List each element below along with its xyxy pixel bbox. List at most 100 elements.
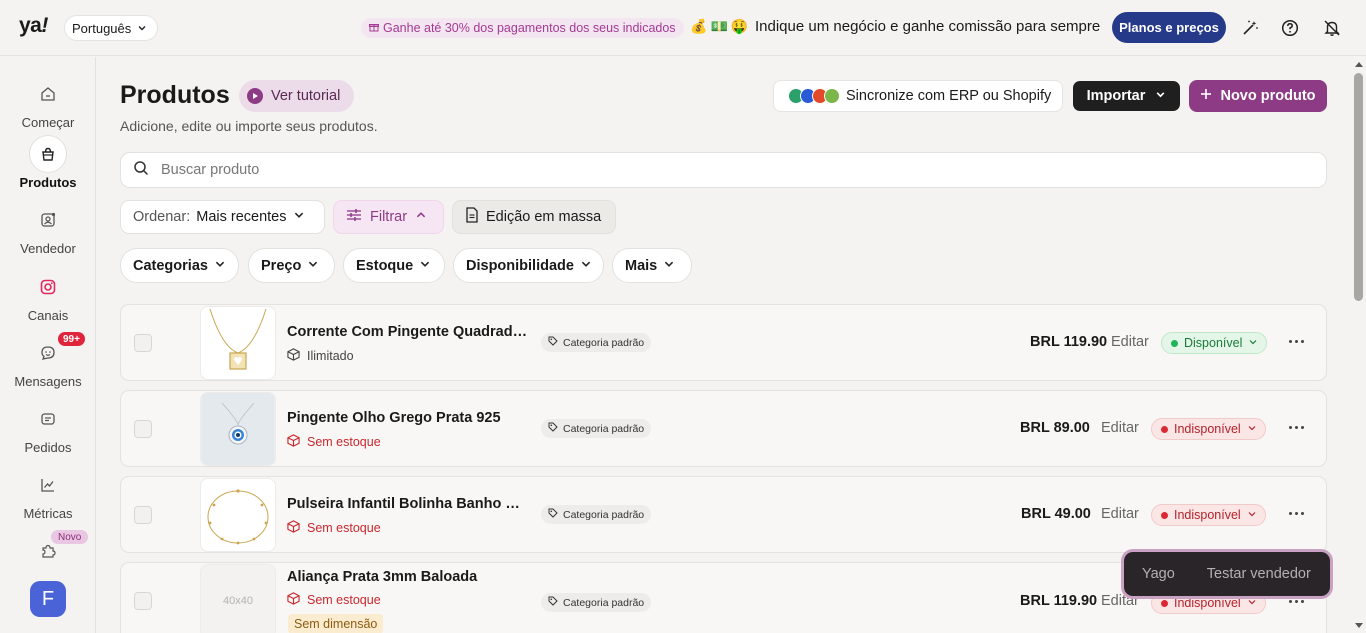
filter-estoque[interactable]: Estoque [343, 248, 445, 283]
product-thumbnail[interactable] [200, 306, 276, 380]
notifications-off-icon[interactable] [1322, 18, 1342, 38]
referral-text[interactable]: Indique um negócio e ganhe comissão para… [755, 18, 1100, 35]
messages-count-badge: 99+ [58, 332, 85, 346]
help-icon[interactable] [1280, 18, 1300, 38]
page-title: Produtos [120, 81, 230, 109]
status-label: Disponível [1184, 336, 1243, 350]
stock-label: Sem estoque [307, 593, 381, 607]
product-name[interactable]: Aliança Prata 3mm Baloada [287, 569, 529, 585]
sliders-icon [346, 208, 362, 226]
test-seller-button[interactable]: Testar vendedor [1207, 566, 1311, 582]
metrics-icon [30, 467, 66, 503]
product-name[interactable]: Pingente Olho Grego Prata 925 [287, 410, 529, 426]
new-product-label: Novo produto [1220, 88, 1316, 104]
status-dot [1171, 339, 1178, 347]
sort-dropdown[interactable]: Ordenar: Mais recentes [120, 200, 325, 234]
thumbnail-placeholder: 40x40 [223, 595, 253, 607]
edit-link[interactable]: Editar [1101, 420, 1139, 436]
promo-badge[interactable]: Ganhe até 30% dos pagamentos dos seus in… [361, 18, 684, 38]
plans-button[interactable]: Planos e preços [1112, 12, 1226, 43]
box-icon [287, 592, 300, 608]
sidebar-item-label: Vendedor [20, 241, 76, 256]
magic-wand-icon[interactable] [1240, 18, 1260, 38]
scroll-down-icon[interactable] [1355, 623, 1363, 628]
sort-label: Ordenar: [133, 209, 191, 225]
filter-categorias[interactable]: Categorias [120, 248, 239, 283]
integration-logos-icon [788, 88, 840, 104]
page-scrollbar[interactable] [1352, 57, 1366, 633]
status-dot [1161, 425, 1168, 433]
row-checkbox[interactable] [134, 506, 152, 524]
search-input[interactable] [161, 162, 1261, 178]
edit-link[interactable]: Editar [1101, 506, 1139, 522]
sidebar-item-pedidos[interactable]: Pedidos [0, 401, 96, 455]
stock-label: Sem estoque [307, 435, 381, 449]
chevron-down-icon [1247, 422, 1257, 436]
tutorial-button[interactable]: Ver tutorial [239, 80, 355, 112]
sidebar-item-comecar[interactable]: Começar [0, 76, 96, 130]
product-name[interactable]: Pulseira Infantil Bolinha Banho Ou... [287, 496, 529, 512]
product-row[interactable]: Pulseira Infantil Bolinha Banho Ou... Se… [120, 476, 1327, 553]
sidebar-item-produtos[interactable]: Produtos [0, 136, 96, 190]
category-label: Categoria padrão [563, 336, 645, 349]
row-checkbox[interactable] [134, 420, 152, 438]
more-options-icon[interactable] [1289, 426, 1304, 429]
sidebar-item-label: Pedidos [24, 440, 72, 455]
product-thumbnail[interactable] [200, 478, 276, 552]
more-options-icon[interactable] [1289, 340, 1304, 343]
sidebar: Começar Produtos Vendedor Canais Mensage… [0, 57, 96, 633]
scrollbar-thumb[interactable] [1354, 73, 1363, 301]
product-price: BRL 89.00 [1020, 420, 1090, 436]
floating-seller-widget[interactable]: Yago Testar vendedor [1121, 549, 1333, 599]
product-row[interactable]: Pingente Olho Grego Prata 925 Sem estoqu… [120, 390, 1327, 467]
search-bar[interactable] [120, 152, 1327, 188]
new-product-button[interactable]: Novo produto [1189, 80, 1327, 112]
product-price: BRL 49.00 [1021, 506, 1091, 522]
tag-icon [548, 336, 558, 349]
category-badge: Categoria padrão [541, 419, 652, 438]
sidebar-item-label: Produtos [19, 175, 77, 190]
import-button[interactable]: Importar [1073, 81, 1180, 111]
tutorial-label: Ver tutorial [271, 88, 341, 104]
bulk-edit-button[interactable]: Edição em massa [452, 200, 616, 234]
more-options-icon[interactable] [1289, 600, 1304, 603]
tag-icon [548, 422, 558, 435]
language-selector[interactable]: Português [64, 15, 159, 41]
chevron-down-icon [1248, 336, 1258, 350]
product-thumbnail[interactable]: 40x40 [200, 564, 276, 633]
sidebar-item-canais[interactable]: Canais [0, 269, 96, 323]
tag-icon [548, 508, 558, 521]
scroll-up-icon[interactable] [1355, 62, 1363, 67]
product-stock: Sem estoque [287, 592, 381, 608]
import-label: Importar [1086, 88, 1146, 104]
filter-chip-label: Preço [261, 257, 302, 274]
bracelet-image [207, 489, 269, 545]
product-row[interactable]: Corrente Com Pingente Quadrado... Ilimit… [120, 304, 1327, 381]
status-badge[interactable]: Disponível [1161, 332, 1268, 354]
dollar-emoji: 💵 [710, 18, 728, 34]
logo[interactable]: ya! [19, 14, 48, 38]
filter-preco[interactable]: Preço [248, 248, 335, 283]
status-dot [1161, 599, 1168, 607]
status-badge[interactable]: Indisponível [1151, 418, 1266, 440]
product-name[interactable]: Corrente Com Pingente Quadrado... [287, 324, 529, 340]
status-badge[interactable]: Indisponível [1151, 504, 1266, 526]
category-badge: Categoria padrão [541, 593, 652, 612]
row-checkbox[interactable] [134, 334, 152, 352]
seller-icon [30, 202, 66, 238]
sidebar-item-metricas[interactable]: Métricas [0, 467, 96, 521]
row-checkbox[interactable] [134, 592, 152, 610]
more-options-icon[interactable] [1289, 512, 1304, 515]
filter-button[interactable]: Filtrar [333, 200, 444, 234]
sync-erp-button[interactable]: Sincronize com ERP ou Shopify [773, 80, 1063, 112]
product-thumbnail[interactable] [200, 392, 276, 466]
edit-link[interactable]: Editar [1111, 334, 1149, 350]
filter-label: Filtrar [370, 209, 408, 225]
sidebar-item-vendedor[interactable]: Vendedor [0, 202, 96, 256]
seller-name[interactable]: Yago [1142, 566, 1175, 582]
stock-label: Sem estoque [307, 521, 381, 535]
filter-disponibilidade[interactable]: Disponibilidade [453, 248, 604, 283]
filter-mais[interactable]: Mais [612, 248, 692, 283]
avatar[interactable]: F [30, 581, 66, 617]
necklace-image [209, 308, 267, 370]
